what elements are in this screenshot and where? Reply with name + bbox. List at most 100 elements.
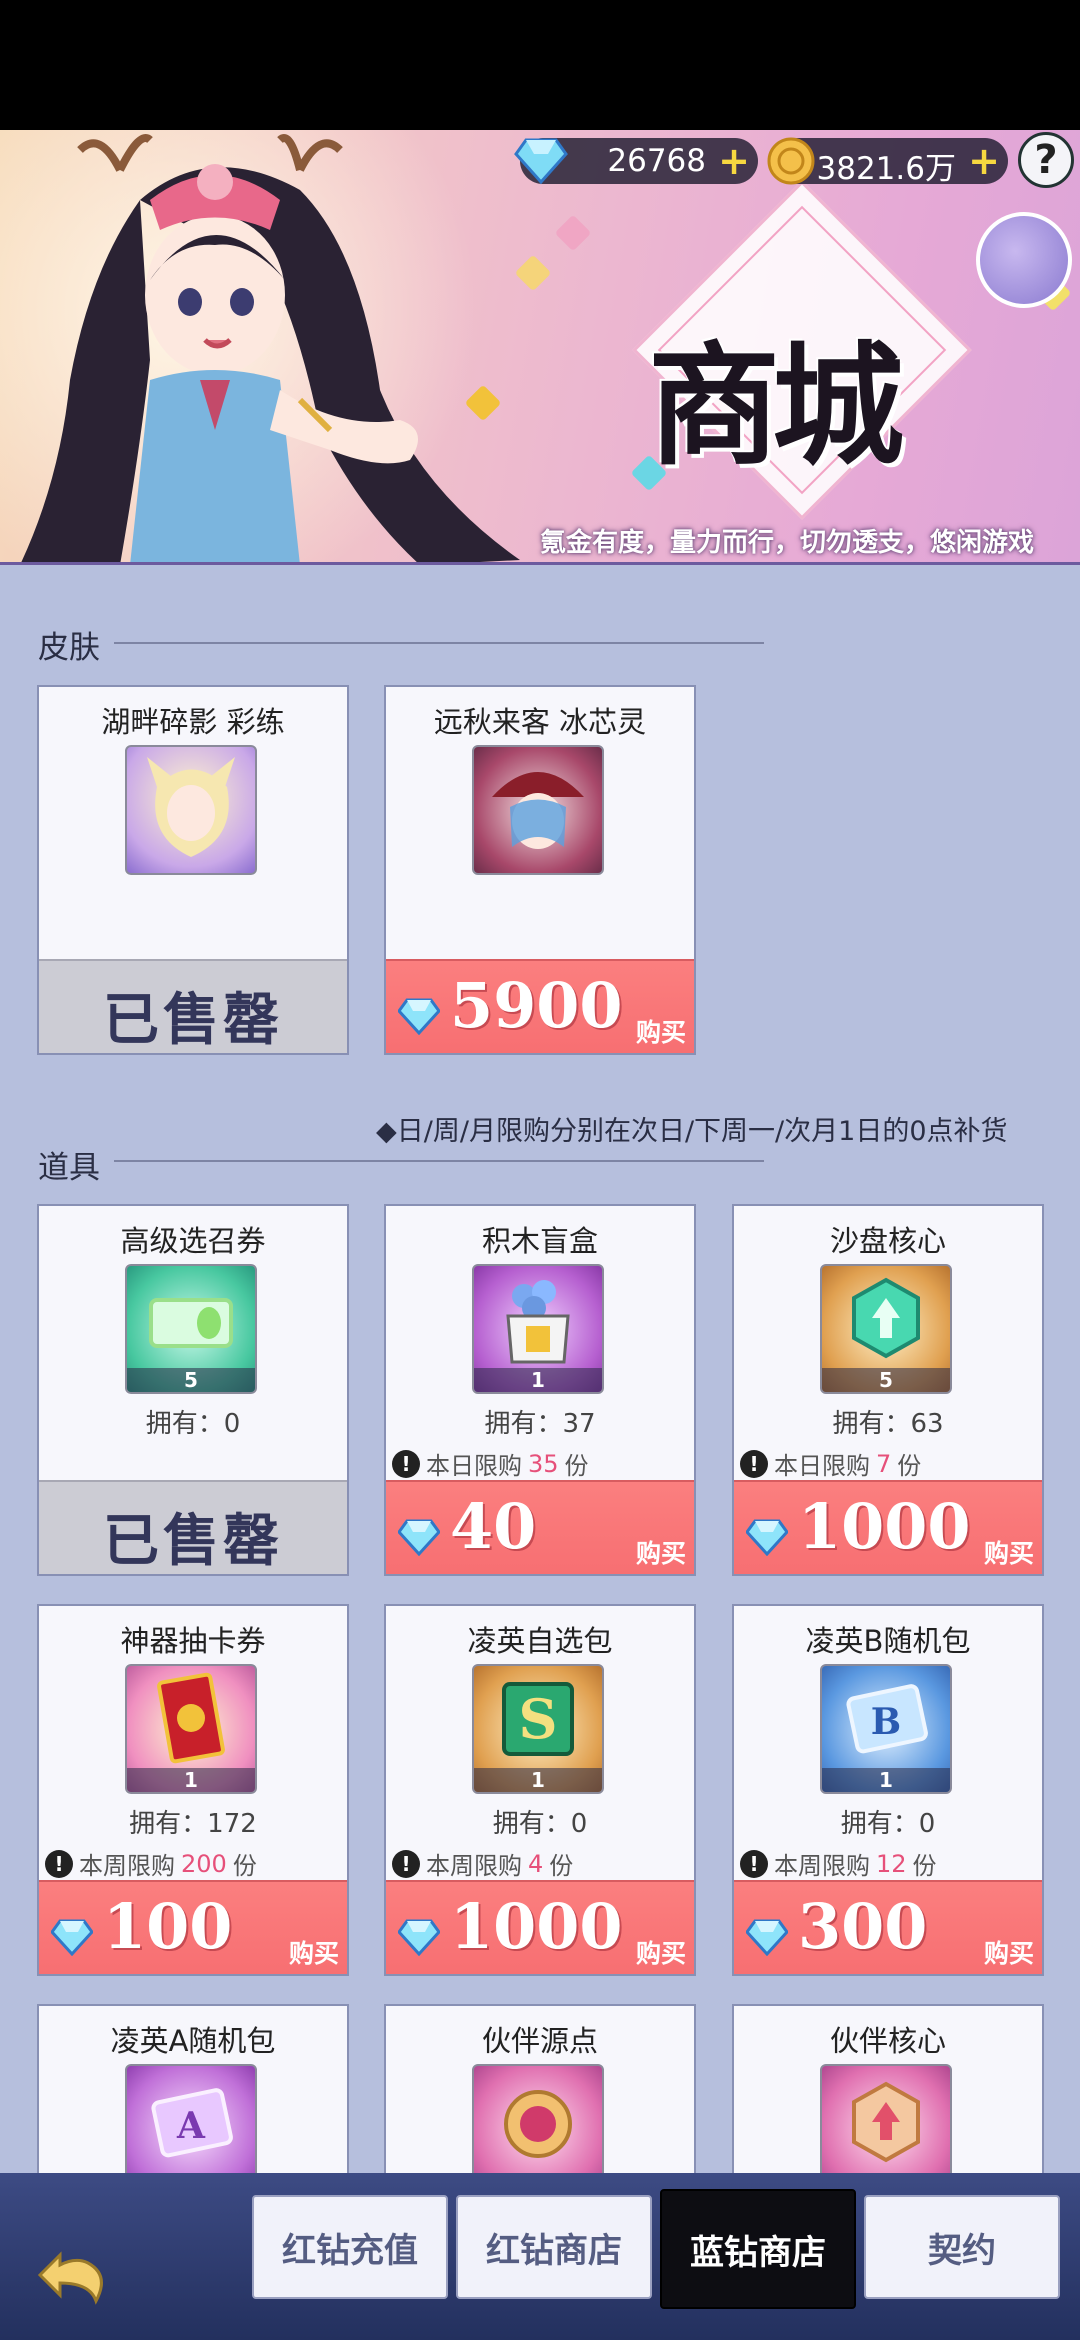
tab-contract[interactable]: 契约 [864,2195,1060,2299]
tab-red-diamond-shop[interactable]: 红钻商店 [456,2195,652,2299]
buy-button[interactable]: 300 购买 [734,1880,1042,1974]
summon-ticket-icon: 5 [125,1264,257,1394]
add-gold-coin-icon[interactable]: + [968,142,1000,180]
item-name: 凌英B随机包 [805,1624,971,1658]
purchase-limit: ! 本日限购 35 份 [392,1446,589,1481]
purchase-limit: ! 本周限购 200 份 [45,1846,257,1881]
help-button[interactable]: ? [1018,132,1074,188]
item-card[interactable]: 积木盲盒 1 拥有：37 ! 本日限购 35 份 40 购买 [384,1204,696,1576]
select-pack-icon: S 1 [472,1664,604,1794]
section-divider [114,1160,764,1162]
avatar[interactable] [976,212,1072,308]
svg-text:S: S [519,1687,558,1751]
buy-button[interactable]: 40 购买 [386,1480,694,1574]
item-quantity: 1 [127,1768,255,1792]
random-pack-b-icon: B 1 [820,1664,952,1794]
warning-icon: ! [740,1449,768,1478]
price-value: 100 [103,1890,233,1963]
blue-diamond-count: 26768 [607,143,706,179]
sandbox-core-icon: 5 [820,1264,952,1394]
purchase-limit: ! 本周限购 12 份 [740,1846,937,1881]
sold-out-label: 已售罄 [103,987,283,1053]
price-value: 40 [450,1490,537,1563]
restock-note: ◆日/周/月限购分别在次日/下周一/次月1日的0点补货 [376,1116,1008,1147]
buy-label: 购买 [983,1939,1034,1968]
purchase-limit: ! 本周限购 4 份 [392,1846,573,1881]
buy-label: 购买 [983,1539,1034,1568]
buy-label: 购买 [635,1018,686,1047]
slogan-text: 氪金有度，量力而行，切勿透支，悠闲游戏 [539,528,1034,558]
item-quantity: 1 [822,1768,950,1792]
blue-diamond-icon [398,1919,440,1956]
item-name: 湖畔碎影 彩练 [101,705,285,739]
price-value: 300 [798,1890,928,1963]
owned-count: 拥有：37 [484,1409,596,1439]
owned-count: 拥有：0 [145,1409,241,1439]
warning-icon: ! [45,1849,73,1878]
warning-icon: ! [392,1849,420,1878]
item-quantity: 1 [474,1768,602,1792]
blue-diamond-icon [746,1519,788,1556]
gold-coin-balance[interactable]: 3821.6万 + [767,137,1008,187]
owned-count: 拥有：63 [832,1409,944,1439]
skin-portrait [125,745,257,875]
skin-card[interactable]: 湖畔碎影 彩练 已售罄 [37,685,349,1055]
warning-icon: ! [740,1849,768,1878]
svg-text:B: B [871,1701,901,1743]
skin-card[interactable]: 远秋来客 冰芯灵 5900 购买 [384,685,696,1055]
page-title: 商城 [648,329,904,484]
buy-button[interactable]: 1000 购买 [386,1880,694,1974]
price-value: 1000 [450,1890,623,1963]
sold-out-bar: 已售罄 [39,959,347,1053]
price-value: 1000 [798,1490,971,1563]
blue-diamond-balance[interactable]: 26768 + [514,138,758,185]
item-name: 高级选召券 [120,1224,266,1258]
item-quantity: 5 [127,1368,255,1392]
item-name: 伙伴核心 [829,2024,946,2058]
item-card[interactable]: 神器抽卡券 1 拥有：172 ! 本周限购 200 份 100 购买 [37,1604,349,1976]
back-arrow-icon[interactable] [30,2225,120,2315]
item-card[interactable]: 凌英B随机包 B 1 拥有：0 ! 本周限购 12 份 300 购买 [732,1604,1044,1976]
buy-label: 购买 [635,1939,686,1968]
owned-count: 拥有：172 [129,1809,257,1839]
item-card[interactable]: 高级选召券 5 拥有：0 已售罄 [37,1204,349,1576]
blue-diamond-icon [398,1519,440,1556]
item-name: 神器抽卡券 [120,1624,266,1658]
buy-button[interactable]: 5900 购买 [386,959,694,1053]
item-quantity: 5 [822,1368,950,1392]
bottom-nav: 红钻充值 红钻商店 蓝钻商店 契约 [0,2173,1080,2340]
status-bar [0,0,1080,130]
item-name: 凌英A随机包 [110,2024,276,2058]
owned-count: 拥有：0 [492,1809,588,1839]
item-card[interactable]: 凌英自选包 S 1 拥有：0 ! 本周限购 4 份 1000 购买 [384,1604,696,1976]
section-heading-skins: 皮肤 [38,630,100,666]
blue-diamond-icon [398,998,440,1035]
item-name: 沙盘核心 [829,1224,946,1258]
price-value: 5900 [450,969,623,1042]
gold-coin-count: 3821.6万 [816,151,956,187]
gold-coin-icon [764,134,818,188]
tab-blue-diamond-shop[interactable]: 蓝钻商店 [660,2189,856,2309]
section-heading-items: 道具 [38,1150,100,1186]
add-blue-diamond-icon[interactable]: + [718,142,750,180]
svg-text:A: A [176,2105,206,2147]
item-name: 伙伴源点 [481,2024,598,2058]
section-divider [114,642,764,644]
item-quantity: 1 [474,1368,602,1392]
shop-banner: 商城 氪金有度，量力而行，切勿透支，悠闲游戏 [0,130,1080,565]
skin-portrait [472,745,604,875]
warning-icon: ! [392,1449,420,1478]
item-name: 远秋来客 冰芯灵 [433,705,647,739]
buy-label: 购买 [288,1939,339,1968]
buy-button[interactable]: 1000 购买 [734,1480,1042,1574]
artifact-card-icon: 1 [125,1664,257,1794]
sold-out-label: 已售罄 [103,1508,283,1574]
sold-out-bar: 已售罄 [39,1480,347,1574]
item-name: 凌英自选包 [467,1624,613,1658]
item-card[interactable]: 沙盘核心 5 拥有：63 ! 本日限购 7 份 1000 购买 [732,1204,1044,1576]
item-name: 积木盲盒 [481,1224,598,1258]
tab-red-diamond-recharge[interactable]: 红钻充值 [252,2195,448,2299]
owned-count: 拥有：0 [840,1809,936,1839]
purchase-limit: ! 本日限购 7 份 [740,1446,921,1481]
buy-button[interactable]: 100 购买 [39,1880,347,1974]
